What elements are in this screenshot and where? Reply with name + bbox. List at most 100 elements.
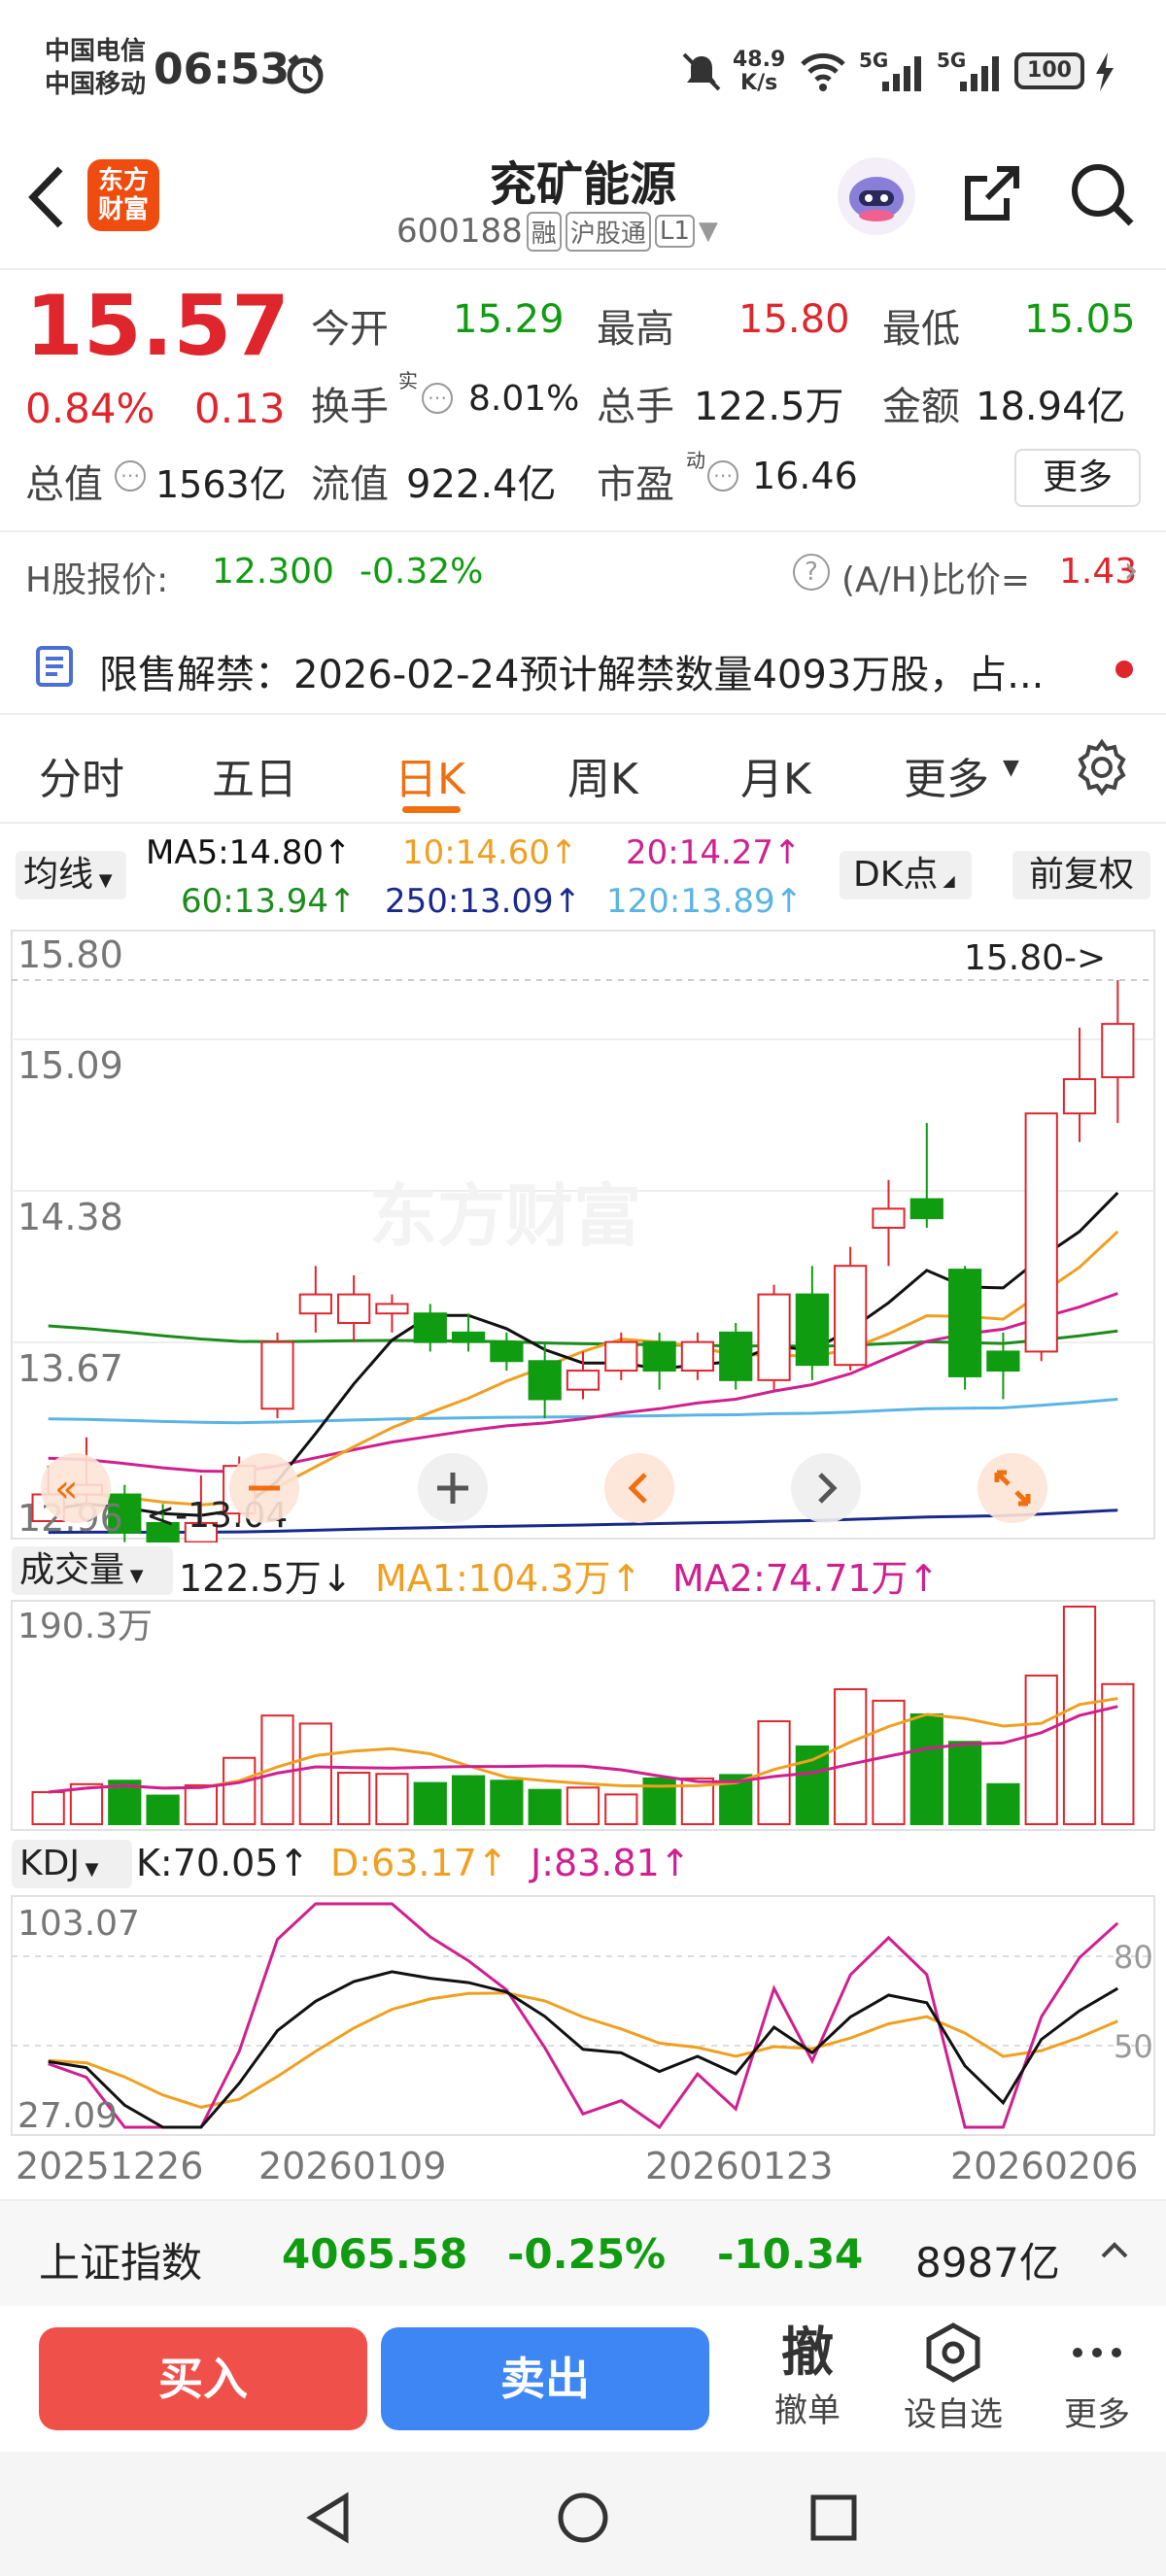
volume-bar [795, 1745, 829, 1825]
unlock-notice[interactable]: 限售解禁：2026-02-24预计解禁数量4093万股，占... [0, 614, 1166, 715]
zoom-out-button[interactable] [229, 1453, 299, 1523]
adjust-mode-button[interactable]: 前复权 [1012, 851, 1150, 899]
index-change-pct: -0.25% [507, 2230, 667, 2278]
volume-bar [337, 1772, 371, 1826]
candle [909, 1123, 943, 1228]
mktcap-value: 1563亿 [155, 463, 287, 506]
low-label: 最低 [882, 307, 960, 352]
kline-chart[interactable]: 东方财富 15.80 15.09 14.38 13.67 12.96 15.80… [0, 929, 1166, 1552]
tab-daily-k[interactable]: 日K [394, 744, 465, 806]
alarm-icon [284, 52, 326, 99]
volume-bar [566, 1786, 600, 1826]
candle [490, 1332, 524, 1372]
high-value: 15.80 [738, 297, 850, 342]
dk-point-button[interactable]: DK点 ◢ [840, 851, 972, 899]
h-share-row[interactable]: H股报价: 12.300 -0.32% ? (A/H)比价= 1.43 › [0, 532, 1166, 612]
ma5-legend: MA5:14.80↑ [146, 833, 352, 872]
add-watchlist-button[interactable]: 设自选 [890, 2322, 1016, 2442]
search-icon[interactable] [1067, 159, 1137, 233]
chevron-down-icon[interactable]: ▼ [699, 217, 718, 246]
system-nav-bar [0, 2452, 1166, 2576]
ellipsis-icon [1073, 2348, 1121, 2357]
volume-label: 总手 [597, 385, 674, 429]
nav-home-icon[interactable] [556, 2491, 610, 2549]
info-icon[interactable]: ⋯ [422, 383, 453, 414]
volume-selector[interactable]: 成交量 ▼ [12, 1546, 173, 1595]
indicator-selector[interactable]: 均线 ▼ [16, 851, 126, 899]
date-label: 20260109 [258, 2145, 447, 2187]
pe-sup: 动 [686, 449, 705, 472]
scroll-left-button[interactable]: « [41, 1453, 111, 1523]
volume-bar [528, 1788, 562, 1825]
candle [757, 1284, 791, 1390]
net-speed-value: 48.9 [733, 48, 786, 72]
back-button[interactable] [23, 163, 72, 231]
kdj-chart[interactable]: 103.07 27.09 80 50 [0, 1894, 1166, 2137]
document-icon [35, 645, 74, 692]
candle [795, 1266, 829, 1380]
y-label-4: 13.67 [17, 1347, 123, 1390]
trade-action-bar: 买入 卖出 撤 撤单 设自选 更多 [0, 2308, 1166, 2452]
candle [680, 1332, 715, 1380]
tab-intraday[interactable]: 分时 [39, 744, 124, 806]
sell-button[interactable]: 卖出 [381, 2327, 709, 2430]
step-right-button[interactable] [791, 1453, 861, 1523]
cancel-order-button[interactable]: 撤 撤单 [754, 2322, 861, 2442]
y-label-2: 15.09 [17, 1044, 123, 1087]
tab-monthly-k[interactable]: 月K [740, 744, 811, 806]
chevron-up-icon[interactable] [1098, 2234, 1131, 2271]
last-price: 15.57 [25, 278, 291, 375]
volume-bar [31, 1791, 65, 1826]
float-value: 922.4亿 [406, 462, 557, 507]
more-actions-button[interactable]: 更多 [1044, 2322, 1150, 2442]
app-logo[interactable]: 东方 财富 [87, 159, 159, 231]
notice-text: 限售解禁：2026-02-24预计解禁数量4093万股，占... [99, 653, 1045, 697]
volume-value: 122.5万 [694, 385, 844, 429]
tab-five-day[interactable]: 五日 [212, 744, 297, 806]
carrier-2: 中国移动 [45, 70, 147, 99]
pe-label: 市盈 [597, 462, 674, 507]
kdj-selector[interactable]: KDJ ▼ [12, 1840, 132, 1888]
nav-back-icon[interactable] [303, 2491, 354, 2549]
kdj-k: K:70.05↑ [136, 1842, 310, 1884]
ma250-legend: 250:13.09↑ [385, 882, 582, 921]
index-change: -10.34 [717, 2230, 864, 2278]
ma20-legend: 20:14.27↑ [626, 833, 802, 872]
volume-ma2: MA2:74.71万↑ [672, 1557, 940, 1600]
ma120-legend: 120:13.89↑ [606, 882, 804, 921]
tab-more[interactable]: 更多 [904, 744, 989, 806]
info-icon[interactable]: ⋯ [115, 460, 146, 491]
nav-recents-icon[interactable] [808, 2492, 859, 2547]
index-amount: 8987亿 [915, 2239, 1060, 2287]
index-ticker[interactable]: 上证指数 4065.58 -0.25% -10.34 8987亿 [0, 2199, 1166, 2306]
more-label: 更多 [1064, 2395, 1130, 2434]
h-share-price: 12.300 [212, 552, 334, 592]
volume-chart[interactable]: 190.3万 [0, 1599, 1166, 1832]
info-icon[interactable]: ⋯ [707, 460, 738, 491]
help-icon[interactable]: ? [793, 554, 830, 591]
kdj-d: D:63.17↑ [330, 1842, 508, 1884]
status-bar: 中国电信 中国移动 06:53 48.9 K/s 5G 5G 100 [0, 0, 1166, 146]
step-left-button[interactable] [604, 1453, 674, 1523]
mktcap-label: 总值 [25, 462, 103, 507]
candle [375, 1294, 409, 1333]
zoom-in-button[interactable] [418, 1453, 488, 1523]
more-quote-button[interactable]: 更多 [1014, 449, 1141, 507]
fullscreen-button[interactable] [977, 1453, 1047, 1523]
caret-down-icon: ▼ [79, 1859, 99, 1880]
stock-name: 兖矿能源 [489, 157, 676, 212]
settings-gear-icon[interactable] [1073, 738, 1131, 800]
level-badge: L1 [654, 215, 695, 248]
change-pct: 0.84% [25, 385, 155, 432]
volume-bar [604, 1793, 638, 1825]
candle [260, 1332, 294, 1419]
volume-bar [947, 1741, 982, 1825]
volume-bar [834, 1688, 868, 1826]
share-icon[interactable] [958, 159, 1026, 231]
assistant-avatar[interactable] [838, 157, 915, 235]
buy-button[interactable]: 买入 [39, 2327, 367, 2430]
turnover-sup: 实 [398, 369, 418, 392]
tab-weekly-k[interactable]: 周K [567, 744, 638, 806]
kdj-k-line [48, 1970, 1119, 2129]
change-abs: 0.13 [194, 385, 286, 432]
